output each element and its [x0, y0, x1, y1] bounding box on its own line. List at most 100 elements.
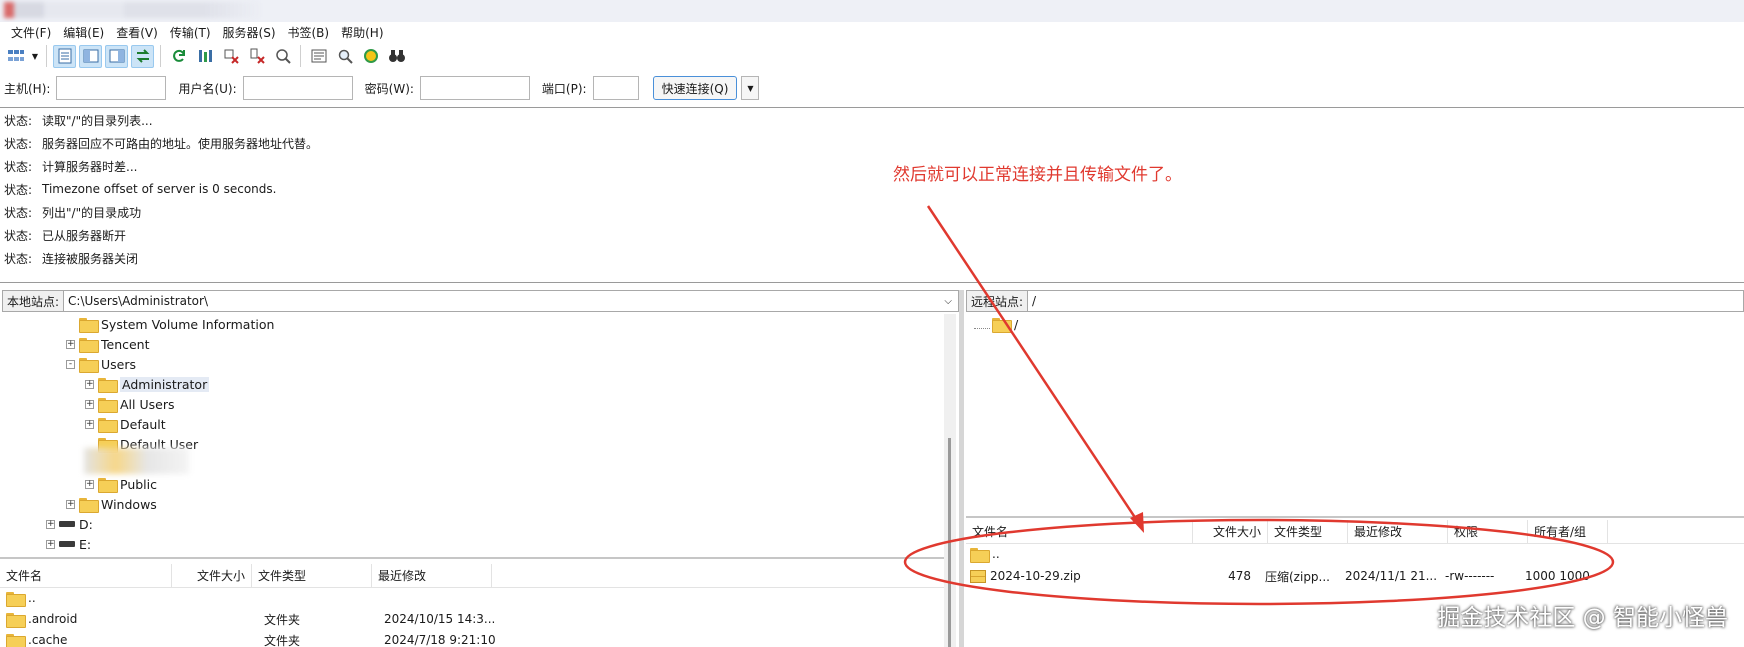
refresh-icon	[172, 49, 185, 62]
list-item[interactable]: .cache 文件夹 2024/7/18 9:21:10	[6, 630, 508, 647]
port-input[interactable]	[592, 76, 639, 100]
expand-icon[interactable]: +	[85, 379, 94, 389]
tree-item-label: Default	[120, 416, 166, 432]
search-remote-button[interactable]	[333, 45, 356, 68]
quickconnect-dropdown[interactable]: ▼	[741, 76, 760, 100]
file-name: ..	[992, 547, 1000, 561]
tree-item-label: Public	[120, 476, 157, 492]
tree-item[interactable]: + Default	[85, 414, 166, 434]
scrollbar-thumb[interactable]	[948, 438, 951, 647]
local-path-input[interactable]: C:\Users\Administrator\ ⌵	[64, 290, 959, 312]
log-status-label: 状态:	[4, 205, 33, 220]
column-size[interactable]: 文件大小	[1193, 519, 1268, 544]
collapse-icon[interactable]: -	[66, 359, 75, 369]
host-input[interactable]	[56, 76, 167, 100]
tree-item[interactable]: + All Users	[85, 394, 174, 414]
filezilla-window: 文件(F) 编辑(E) 查看(V) 传输(T) 服务器(S) 书签(B) 帮助(…	[0, 0, 1744, 647]
tree-item-selected[interactable]: + Administrator	[85, 374, 210, 394]
cancel-operation-icon	[224, 49, 239, 64]
tree-item[interactable]: + Windows	[66, 494, 157, 514]
log-entry: 状态: 已从服务器断开	[4, 226, 126, 244]
cancel-operation-button[interactable]	[219, 45, 242, 68]
process-queue-button[interactable]	[193, 45, 216, 68]
column-filename[interactable]: 文件名	[966, 519, 1193, 544]
expand-icon[interactable]: +	[66, 499, 75, 509]
tree-item[interactable]: + Public	[85, 474, 157, 494]
site-manager-button[interactable]	[4, 45, 27, 68]
tree-item[interactable]: - Users	[66, 354, 136, 374]
list-item[interactable]: ..	[6, 588, 268, 608]
blurred-title	[4, 2, 264, 18]
menu-transfer[interactable]: 传输(T)	[164, 24, 217, 41]
tree-item-root[interactable]: /	[974, 314, 1018, 334]
password-input[interactable]	[419, 76, 530, 100]
refresh-button[interactable]	[167, 45, 190, 68]
remote-tree-icon	[109, 49, 124, 63]
log-entry: 状态: 读取"/"的目录列表...	[4, 111, 153, 129]
menu-edit[interactable]: 编辑(E)	[57, 24, 110, 41]
horizontal-splitter[interactable]	[966, 516, 1744, 518]
remote-directory-tree[interactable]: /	[966, 314, 1744, 514]
disconnect-button[interactable]	[245, 45, 268, 68]
list-item[interactable]: .android 文件夹 2024/10/15 14:3...	[6, 609, 508, 629]
tree-item-label: /	[1014, 316, 1019, 332]
folder-icon	[79, 317, 99, 333]
list-item[interactable]: ..	[970, 544, 1192, 564]
local-scrollbar[interactable]	[944, 314, 956, 647]
toggle-log-button[interactable]	[53, 44, 76, 68]
panel-splitter[interactable]	[959, 290, 964, 647]
expand-icon[interactable]: +	[66, 339, 75, 349]
toggle-queue-button[interactable]	[131, 44, 154, 68]
filter-icon	[311, 49, 326, 63]
expand-icon[interactable]: +	[85, 419, 94, 429]
site-manager-icon	[7, 50, 24, 61]
menu-file[interactable]: 文件(F)	[5, 24, 57, 41]
remote-path-bar: 远程站点: /	[966, 290, 1744, 312]
local-list-header: 文件名 文件大小 文件类型 最近修改	[0, 563, 944, 588]
menu-help[interactable]: 帮助(H)	[335, 24, 389, 41]
message-log[interactable]: 状态: 读取"/"的目录列表... 状态: 服务器回应不可路由的地址。使用服务器…	[0, 107, 1744, 283]
log-message: Timezone offset of server is 0 seconds.	[42, 182, 277, 196]
directory-filter-button[interactable]	[307, 45, 330, 68]
toggle-local-tree-button[interactable]	[79, 44, 102, 68]
menu-bookmarks[interactable]: 书签(B)	[282, 24, 336, 41]
list-item[interactable]: 2024-10-29.zip 478 压缩(zipp... 2024/11/1 …	[970, 566, 1609, 586]
expand-icon[interactable]: +	[46, 539, 55, 549]
log-entry: 状态: Timezone offset of server is 0 secon…	[4, 180, 276, 198]
column-owner-group[interactable]: 所有者/组	[1528, 519, 1608, 544]
expand-icon[interactable]: +	[85, 479, 94, 489]
log-status-label: 状态:	[4, 159, 33, 174]
expand-icon[interactable]: +	[46, 519, 55, 529]
column-type[interactable]: 文件类型	[1268, 519, 1348, 544]
menu-view[interactable]: 查看(V)	[110, 24, 164, 41]
column-modified[interactable]: 最近修改	[372, 563, 492, 588]
column-filename[interactable]: 文件名	[0, 563, 172, 588]
column-type[interactable]: 文件类型	[252, 563, 372, 588]
expand-icon[interactable]: +	[85, 399, 94, 409]
chevron-down-icon[interactable]: ⌵	[944, 296, 952, 307]
tree-item[interactable]: System Volume Information	[66, 314, 274, 334]
file-modified: 2024/7/18 9:21:10	[384, 633, 496, 647]
sync-browsing-button[interactable]	[359, 45, 382, 68]
file-name: .cache	[28, 633, 68, 647]
find-files-button[interactable]	[385, 45, 408, 68]
column-permissions[interactable]: 权限	[1448, 519, 1528, 544]
username-input[interactable]	[242, 76, 353, 100]
log-entry: 状态: 连接被服务器关闭	[4, 249, 138, 267]
log-status-label: 状态:	[4, 182, 33, 197]
local-directory-tree[interactable]: System Volume Information + Tencent - Us…	[0, 314, 960, 557]
toggle-remote-tree-button[interactable]	[105, 44, 128, 68]
tree-item-drive[interactable]: + E:	[46, 534, 91, 554]
reconnect-button[interactable]	[271, 45, 294, 68]
quickconnect-button[interactable]: 快速连接(Q)	[652, 76, 738, 100]
horizontal-splitter[interactable]	[0, 557, 944, 559]
remote-path-input[interactable]: /	[1028, 290, 1744, 312]
column-modified[interactable]: 最近修改	[1348, 519, 1448, 544]
tree-item[interactable]: + Tencent	[66, 334, 150, 354]
column-size[interactable]: 文件大小	[172, 563, 252, 588]
local-tree-icon	[83, 49, 98, 63]
menu-server[interactable]: 服务器(S)	[217, 24, 282, 41]
site-manager-dropdown[interactable]: ▼	[30, 45, 40, 68]
tree-item-drive[interactable]: + D:	[46, 514, 93, 534]
folder-icon	[970, 547, 990, 563]
